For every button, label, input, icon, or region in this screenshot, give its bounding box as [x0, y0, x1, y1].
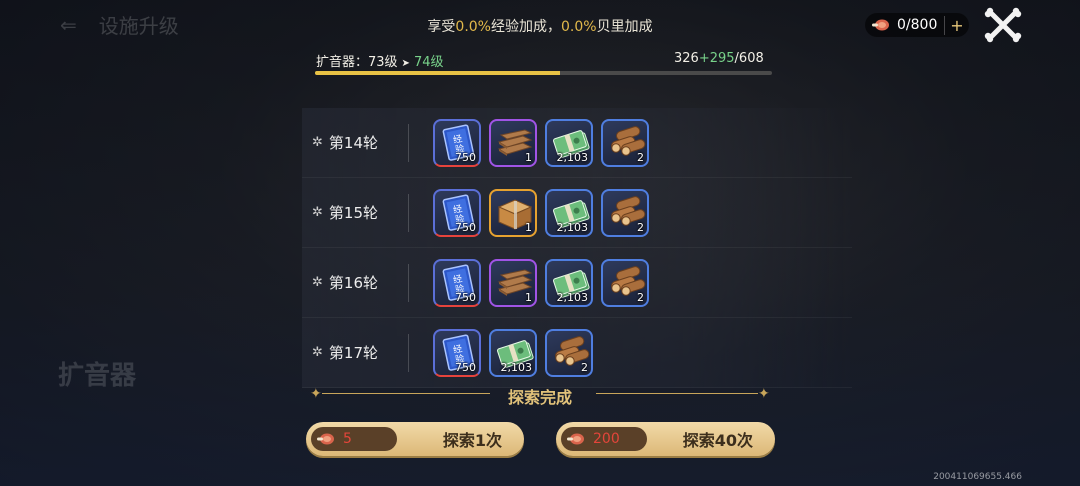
stamina-currency: 0/800 + [865, 13, 969, 37]
explore-once-cost: 5 [311, 427, 397, 451]
reward-quantity: 2 [581, 360, 588, 374]
add-stamina-button[interactable]: + [944, 15, 969, 35]
round-label-text: 第15轮 [328, 204, 378, 222]
sparkle-icon: ✲ [312, 345, 323, 360]
reward-quantity: 2,103 [556, 220, 589, 234]
explore-forty-cost-value: 200 [593, 431, 620, 447]
reward-list: 经验 750 2,103 2 [433, 328, 593, 377]
reward-item[interactable]: 1 [489, 118, 537, 167]
reward-item[interactable]: 1 [489, 258, 537, 307]
reward-quantity: 2,103 [500, 360, 533, 374]
round-row: ✲ 第15轮 经验 750 1 2,103 2 [302, 178, 852, 248]
facility-level: 扩音器：73级 ➤ 74级 [316, 51, 443, 70]
exp-bonus-value: 0.0% [455, 19, 491, 35]
exp-current: 326 [674, 51, 699, 66]
reward-item[interactable]: 2 [545, 328, 593, 377]
explore-forty-button[interactable]: 200 探索40次 [556, 422, 775, 456]
round-label: ✲ 第15轮 [302, 202, 408, 223]
reward-item[interactable]: 2,103 [545, 118, 593, 167]
divider-line-right [596, 393, 758, 394]
level-arrow-icon: ➤ [401, 58, 410, 69]
round-divider [408, 193, 409, 232]
exp-gain: +295 [698, 51, 735, 66]
reward-item[interactable]: 经验 750 [433, 328, 481, 377]
reward-item[interactable]: 1 [489, 188, 537, 237]
round-divider [408, 123, 409, 162]
sparkle-icon: ✲ [312, 135, 323, 150]
beli-bonus-label: 贝里加成 [596, 19, 653, 35]
explore-forty-cost: 200 [561, 427, 647, 451]
round-label: ✲ 第14轮 [302, 132, 408, 153]
current-level: 扩音器：73级 [316, 55, 398, 70]
round-label-text: 第17轮 [328, 344, 378, 362]
reward-item[interactable]: 经验 750 [433, 258, 481, 307]
round-label: ✲ 第17轮 [302, 342, 408, 363]
round-list: ✲ 第14轮经验 750 1 2,103 2 ✲ 第15轮经验 750 1 2,103 2 ✲ 第16轮经… [302, 108, 852, 388]
reward-quantity: 2 [637, 290, 644, 304]
close-icon[interactable] [984, 6, 1022, 44]
round-label: ✲ 第16轮 [302, 272, 408, 293]
reward-quantity: 2,103 [556, 150, 589, 164]
reward-list: 经验 750 1 2,103 2 [433, 118, 649, 167]
reward-quantity: 1 [525, 220, 532, 234]
background-facility-name: 扩音器 [58, 361, 137, 391]
reward-item[interactable]: 经验 750 [433, 118, 481, 167]
meat-icon [872, 19, 889, 31]
sparkle-icon: ✲ [312, 205, 323, 220]
ornament-right-icon: ✦ [758, 386, 770, 402]
reward-quantity: 750 [455, 290, 476, 304]
reward-quantity: 2,103 [556, 290, 589, 304]
meat-icon [317, 433, 334, 445]
round-row: ✲ 第14轮 经验 750 1 2,103 2 [302, 108, 852, 178]
reward-quantity: 1 [525, 290, 532, 304]
session-id: 200411069655.466 [933, 472, 1022, 482]
exp-progress-bar [315, 71, 772, 75]
stamina-amount: 0/800 [897, 17, 938, 33]
round-divider [408, 263, 409, 302]
round-label-text: 第16轮 [328, 274, 378, 292]
round-label-text: 第14轮 [328, 134, 378, 152]
exp-progress-fill [315, 71, 560, 75]
reward-quantity: 2 [637, 150, 644, 164]
reward-quantity: 1 [525, 150, 532, 164]
reward-item[interactable]: 2,103 [545, 188, 593, 237]
round-row: ✲ 第16轮 经验 750 1 2,103 2 [302, 248, 852, 318]
next-level: 74级 [413, 55, 444, 70]
reward-list: 经验 750 1 2,103 2 [433, 258, 649, 307]
round-row: ✲ 第17轮 经验 750 2,103 2 [302, 318, 852, 388]
round-divider [408, 333, 409, 372]
bonus-prefix: 享受 [427, 19, 456, 35]
explore-once-label: 探索1次 [442, 431, 502, 450]
explore-forty-label: 探索40次 [682, 431, 753, 450]
reward-item[interactable]: 2,103 [545, 258, 593, 307]
exp-counter: 326+295/608 [674, 51, 764, 66]
reward-item[interactable]: 经验 750 [433, 188, 481, 237]
reward-quantity: 750 [455, 220, 476, 234]
explore-once-button[interactable]: 5 探索1次 [306, 422, 524, 456]
reward-list: 经验 750 1 2,103 2 [433, 188, 649, 237]
reward-item[interactable]: 2 [601, 258, 649, 307]
reward-item[interactable]: 2 [601, 188, 649, 237]
reward-quantity: 750 [455, 360, 476, 374]
exploration-complete-banner: ✦ 探索完成 ✦ [310, 384, 770, 407]
complete-title: 探索完成 [507, 388, 572, 407]
reward-item[interactable]: 2 [601, 118, 649, 167]
explore-once-cost-value: 5 [343, 431, 352, 447]
beli-bonus-value: 0.0% [561, 19, 597, 35]
reward-quantity: 2 [637, 220, 644, 234]
sparkle-icon: ✲ [312, 275, 323, 290]
reward-quantity: 750 [455, 150, 476, 164]
reward-item[interactable]: 2,103 [489, 328, 537, 377]
exp-bonus-label: 经验加成， [491, 19, 561, 35]
meat-icon [567, 433, 584, 445]
exp-total: /608 [734, 51, 764, 66]
